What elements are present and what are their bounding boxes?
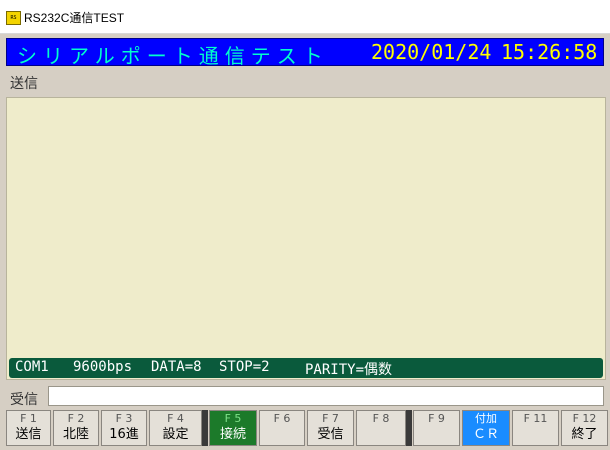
fkey-label: 終了 [571,427,598,442]
key-group-divider [202,410,208,446]
app-title: シリアルポート通信テスト [17,44,329,68]
window-titlebar: RS RS232C通信TEST [0,0,610,34]
f11-button[interactable]: F 11 [512,410,559,446]
fkey-label: 送信 [15,427,42,442]
f9-button[interactable]: F 9 [413,410,460,446]
fkey-number: 付加 [475,412,497,425]
fkey-label: 設定 [162,427,189,442]
port-status-bar: COM1 9600bps DATA=8 STOP=2 PARITY=偶数 [9,358,603,378]
f12-exit-button[interactable]: F 12 終了 [561,410,608,446]
fkey-label: ＣＲ [472,427,499,442]
fkey-label: 接続 [219,427,246,442]
fkey-number: F 8 [372,412,390,425]
fkey-label: 16進 [109,427,139,442]
fkey-number: F 2 [67,412,85,425]
f10-append-cr-toggle[interactable]: 付加 ＣＲ [462,410,510,446]
fkey-number: F 4 [167,412,184,425]
send-label: 送信 [10,76,38,92]
fkey-label: 受信 [317,427,344,442]
f8-button[interactable]: F 8 [356,410,406,446]
fkey-number: F 6 [273,412,291,425]
fkey-number: F 7 [322,412,339,425]
fkey-number: F 11 [523,412,548,425]
fkey-number: F 5 [224,412,242,425]
app-icon[interactable]: RS [6,11,21,25]
fkey-number: F 1 [20,412,37,425]
fkey-number: F 3 [115,412,133,425]
f4-settings-button[interactable]: F 4 設定 [149,410,202,446]
window-title: RS232C通信TEST [24,11,125,25]
receive-field[interactable] [48,386,604,406]
status-port: COM1 [15,359,49,375]
status-stop-bits: STOP=2 [219,359,270,375]
clock-time: 15:26:58 [501,40,598,64]
header-banner: シリアルポート通信テスト 2020/01/24 15:26:58 [6,38,604,68]
f5-connect-button[interactable]: F 5 接続 [209,410,257,446]
fkey-number: F 9 [428,412,445,425]
status-parity: PARITY=偶数 [305,362,393,378]
status-data-bits: DATA=8 [151,359,202,375]
f2-hokuriku-button[interactable]: F 2 北陸 [53,410,99,446]
status-baud: 9600bps [73,359,133,375]
f3-hex-button[interactable]: F 3 16進 [101,410,147,446]
key-group-divider [406,410,412,446]
function-key-bar: F 1 送信 F 2 北陸 F 3 16進 F 4 設定 F 5 接続 F 6 … [0,410,610,450]
receive-label: 受信 [10,392,38,408]
f6-button[interactable]: F 6 [259,410,305,446]
f7-receive-button[interactable]: F 7 受信 [307,410,354,446]
fkey-label: 北陸 [62,427,89,442]
f1-send-button[interactable]: F 1 送信 [6,410,51,446]
send-text-area[interactable]: COM1 9600bps DATA=8 STOP=2 PARITY=偶数 [6,97,606,380]
clock-date: 2020/01/24 [371,40,492,64]
fkey-number: F 12 [572,412,597,425]
